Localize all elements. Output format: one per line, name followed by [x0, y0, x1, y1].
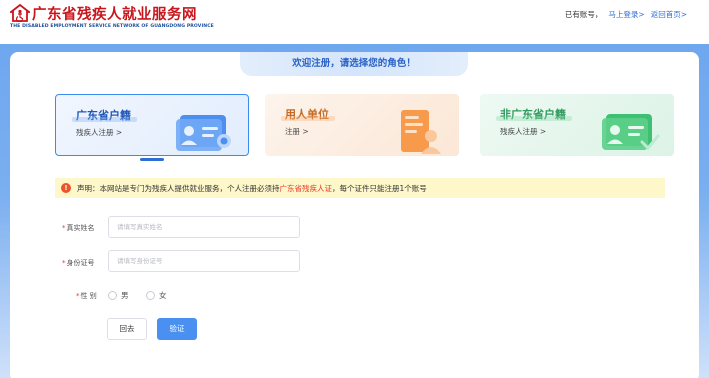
- role-card-non-guangdong[interactable]: 非广东省户籍 残疾人注册 >: [480, 94, 674, 156]
- name-label: *真实姓名: [62, 224, 95, 232]
- required-mark: *: [62, 224, 66, 232]
- notice-banner: ! 声明：本网站是专门为残疾人提供就业服务，个人注册必须持广东省残疾人证，每个证…: [55, 178, 665, 198]
- warning-icon: !: [61, 183, 71, 193]
- document-user-icon: [401, 110, 441, 154]
- site-title[interactable]: 广东省残疾人就业服务网: [32, 3, 197, 24]
- required-mark: *: [62, 259, 66, 267]
- role-subtitle: 残疾人注册 >: [76, 128, 123, 137]
- disability-house-logo[interactable]: [10, 4, 30, 22]
- role-card-employer[interactable]: 用人单位 注册 >: [265, 94, 459, 156]
- role-subtitle: 残疾人注册 >: [500, 127, 547, 136]
- gender-male-label[interactable]: 男: [121, 290, 129, 301]
- gender-radio-female[interactable]: [146, 291, 155, 300]
- login-link[interactable]: 马上登录>: [608, 10, 644, 19]
- id-label: *身份证号: [62, 259, 95, 267]
- role-title: 广东省户籍: [72, 109, 137, 122]
- required-mark: *: [76, 292, 80, 300]
- role-card-guangdong[interactable]: 广东省户籍 残疾人注册 >: [55, 94, 249, 156]
- home-link[interactable]: 返回首页>: [651, 10, 687, 19]
- back-button[interactable]: 回去: [107, 318, 147, 340]
- role-title: 非广东省户籍: [496, 108, 572, 121]
- notice-highlight: 广东省残疾人证: [279, 184, 333, 193]
- gender-radio-male[interactable]: [108, 291, 117, 300]
- id-number-input[interactable]: [108, 250, 300, 272]
- account-prompt: 已有账号，: [564, 10, 603, 19]
- name-input[interactable]: [108, 216, 300, 238]
- account-links: 已有账号， 马上登录> 返回首页>: [565, 9, 687, 20]
- role-title: 用人单位: [281, 108, 335, 121]
- site-header: 广东省残疾人就业服务网 THE DISABLED EMPLOYMENT SERV…: [0, 0, 709, 44]
- site-subtitle: THE DISABLED EMPLOYMENT SERVICE NETWORK …: [10, 24, 214, 29]
- notice-text: 声明：本网站是专门为残疾人提供就业服务，个人注册必须持广东省残疾人证，每个证件只…: [77, 183, 427, 194]
- id-card-check-icon: [602, 114, 660, 151]
- id-card-badge-icon: [176, 115, 231, 151]
- notice-suffix: ，每个证件只能注册1个账号: [332, 184, 427, 193]
- welcome-banner: 欢迎注册，请选择您的角色！: [240, 52, 468, 76]
- gender-female-label[interactable]: 女: [159, 290, 167, 301]
- role-subtitle: 注册 >: [285, 127, 309, 136]
- gender-label: *性 别: [76, 292, 97, 300]
- verify-button[interactable]: 验证: [157, 318, 197, 340]
- active-role-indicator: [140, 158, 164, 161]
- notice-prefix: 声明：本网站是专门为残疾人提供就业服务，个人注册必须持: [77, 184, 280, 193]
